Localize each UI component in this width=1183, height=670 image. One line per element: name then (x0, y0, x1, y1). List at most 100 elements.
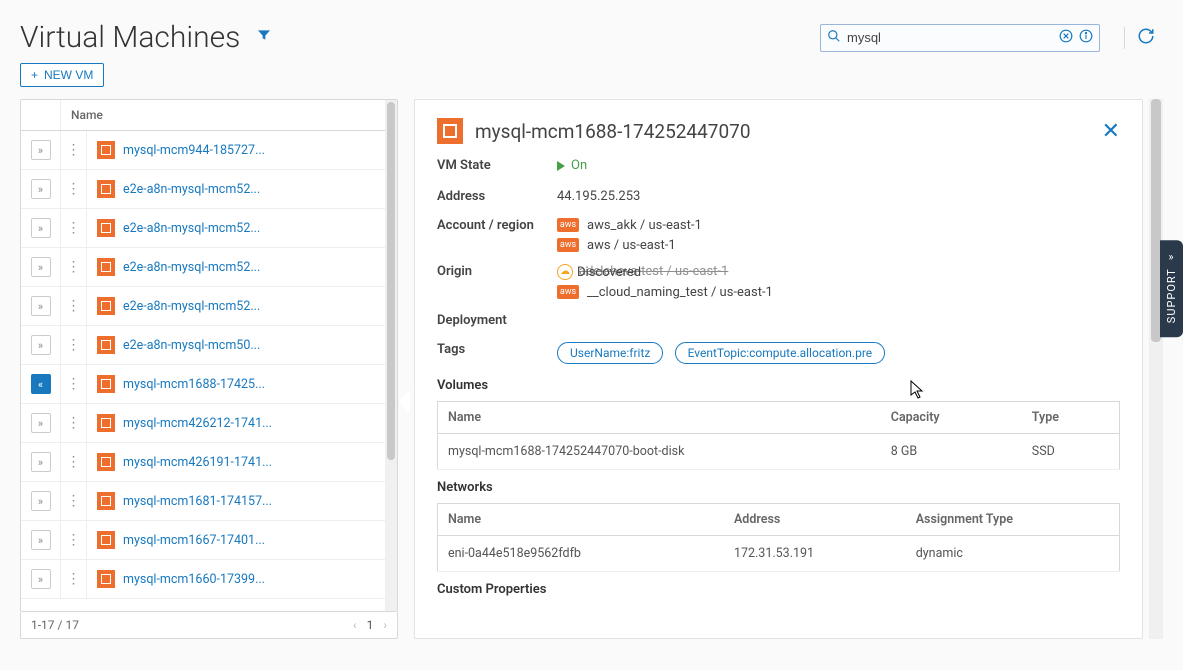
row-menu-icon[interactable]: ⋮ (61, 287, 87, 325)
vm-name-link[interactable]: mysql-mcm1681-174157... (123, 494, 272, 509)
vm-list-row[interactable]: « ⋮ mysql-mcm1688-17425... (21, 365, 397, 404)
row-menu-icon[interactable]: ⋮ (61, 443, 87, 481)
vm-list-row[interactable]: » ⋮ mysql-mcm426191-1741... (21, 443, 397, 482)
col-capacity[interactable]: Capacity (881, 401, 1022, 433)
vm-list-row[interactable]: » ⋮ mysql-mcm1681-174157... (21, 482, 397, 521)
vm-list-row[interactable]: » ⋮ mysql-mcm1667-17401... (21, 521, 397, 560)
tag[interactable]: EventTopic:compute.allocation.pre (675, 342, 886, 364)
col-assignment[interactable]: Assignment Type (906, 503, 1120, 535)
vm-name-link[interactable]: e2e-a8n-mysql-mcm52... (123, 260, 260, 275)
page-title: Virtual Machines (20, 20, 240, 55)
chevron-right-icon[interactable]: » (31, 335, 51, 355)
vm-detail-panel: mysql-mcm1688-174252447070 ✕ VM State On… (414, 99, 1143, 639)
vm-state-value: On (557, 158, 587, 173)
vm-list-row[interactable]: » ⋮ e2e-a8n-mysql-mcm52... (21, 248, 397, 287)
vm-list-row[interactable]: » ⋮ mysql-mcm1660-17399... (21, 560, 397, 599)
info-icon[interactable] (1079, 29, 1093, 47)
detail-scrollbar[interactable] (1149, 99, 1163, 639)
table-row[interactable]: mysql-mcm1688-174252447070-boot-disk 8 G… (438, 433, 1120, 469)
new-vm-label: NEW VM (44, 68, 93, 82)
vm-name-link[interactable]: mysql-mcm426212-1741... (123, 416, 272, 431)
expand-toggle[interactable]: » (21, 443, 61, 481)
row-menu-icon[interactable]: ⋮ (61, 209, 87, 247)
expand-toggle[interactable]: » (21, 404, 61, 442)
chevron-left-icon[interactable]: « (31, 374, 51, 394)
vm-list-row[interactable]: » ⋮ e2e-a8n-mysql-mcm52... (21, 287, 397, 326)
expand-toggle[interactable]: » (21, 326, 61, 364)
col-type[interactable]: Type (1022, 401, 1120, 433)
chevron-right-icon[interactable]: » (31, 491, 51, 511)
expand-toggle[interactable]: » (21, 482, 61, 520)
col-name[interactable]: Name (438, 503, 724, 535)
row-menu-icon[interactable]: ⋮ (61, 131, 87, 169)
chevron-right-icon[interactable]: » (31, 257, 51, 277)
expand-toggle[interactable]: » (21, 131, 61, 169)
section-volumes: Volumes (437, 378, 1120, 393)
expand-toggle[interactable]: » (21, 521, 61, 559)
vm-list-row[interactable]: » ⋮ e2e-a8n-mysql-mcm52... (21, 209, 397, 248)
row-menu-icon[interactable]: ⋮ (61, 326, 87, 364)
row-menu-icon[interactable]: ⋮ (61, 560, 87, 598)
vm-icon (97, 492, 115, 510)
support-tab[interactable]: SUPPORT » (1160, 240, 1183, 337)
vm-list-row[interactable]: » ⋮ e2e-a8n-mysql-mcm52... (21, 170, 397, 209)
row-menu-icon[interactable]: ⋮ (61, 170, 87, 208)
vm-icon (97, 180, 115, 198)
plus-icon: + (31, 68, 38, 82)
pager-next-icon[interactable]: › (383, 618, 387, 632)
chevron-right-icon[interactable]: » (31, 218, 51, 238)
section-custom-properties: Custom Properties (437, 582, 1120, 597)
list-scrollbar[interactable] (385, 100, 397, 611)
search-input[interactable] (847, 30, 1059, 45)
vm-name-link[interactable]: mysql-mcm1660-17399... (123, 572, 265, 587)
close-icon[interactable]: ✕ (1102, 119, 1120, 144)
chevron-right-icon[interactable]: » (31, 179, 51, 199)
expand-toggle[interactable]: » (21, 209, 61, 247)
chevron-right-icon[interactable]: » (31, 569, 51, 589)
row-menu-icon[interactable]: ⋮ (61, 248, 87, 286)
vm-name-link[interactable]: e2e-a8n-mysql-mcm52... (123, 182, 260, 197)
vm-name-link[interactable]: mysql-mcm1667-17401... (123, 533, 265, 548)
cloud-icon: ☁ (557, 264, 573, 280)
table-row[interactable]: eni-0a44e518e9562fdfb 172.31.53.191 dyna… (438, 535, 1120, 571)
row-menu-icon[interactable]: ⋮ (61, 404, 87, 442)
vm-list-row[interactable]: » ⋮ mysql-mcm426212-1741... (21, 404, 397, 443)
chevron-right-icon[interactable]: » (31, 140, 51, 160)
expand-toggle[interactable]: » (21, 560, 61, 598)
pager-page: 1 (367, 618, 374, 632)
vm-icon (97, 570, 115, 588)
col-name[interactable]: Name (438, 401, 881, 433)
chevron-right-icon[interactable]: » (31, 452, 51, 472)
search-box[interactable] (820, 24, 1100, 52)
filter-icon[interactable] (256, 27, 272, 48)
vm-name-link[interactable]: e2e-a8n-mysql-mcm50... (123, 338, 260, 353)
vm-name-link[interactable]: mysql-mcm1688-17425... (123, 377, 265, 392)
clear-search-icon[interactable] (1059, 29, 1073, 47)
separator (1124, 27, 1125, 49)
vm-icon (97, 336, 115, 354)
col-address[interactable]: Address (724, 503, 906, 535)
vm-list-row[interactable]: » ⋮ mysql-mcm944-185727... (21, 131, 397, 170)
row-menu-icon[interactable]: ⋮ (61, 521, 87, 559)
expand-toggle[interactable]: » (21, 287, 61, 325)
vm-name-link[interactable]: mysql-mcm426191-1741... (123, 455, 272, 470)
expand-toggle[interactable]: « (21, 365, 61, 403)
vm-icon (97, 531, 115, 549)
refresh-icon[interactable] (1137, 27, 1155, 49)
row-menu-icon[interactable]: ⋮ (61, 482, 87, 520)
new-vm-button[interactable]: + NEW VM (20, 63, 104, 87)
vm-list-row[interactable]: » ⋮ e2e-a8n-mysql-mcm50... (21, 326, 397, 365)
vm-name-link[interactable]: e2e-a8n-mysql-mcm52... (123, 299, 260, 314)
vm-name-link[interactable]: mysql-mcm944-185727... (123, 143, 265, 158)
chevron-right-icon[interactable]: » (31, 530, 51, 550)
expand-toggle[interactable]: » (21, 170, 61, 208)
list-header-name[interactable]: Name (61, 100, 397, 130)
expand-toggle[interactable]: » (21, 248, 61, 286)
vm-name-link[interactable]: e2e-a8n-mysql-mcm52... (123, 221, 260, 236)
row-menu-icon[interactable]: ⋮ (61, 365, 87, 403)
account-region-value: awsaws_akk / us-east-1 awsaws / us-east-… (557, 218, 1120, 258)
tag[interactable]: UserName:fritz (557, 342, 663, 364)
pager-prev-icon[interactable]: ‹ (353, 618, 357, 632)
chevron-right-icon[interactable]: » (31, 296, 51, 316)
chevron-right-icon[interactable]: » (31, 413, 51, 433)
